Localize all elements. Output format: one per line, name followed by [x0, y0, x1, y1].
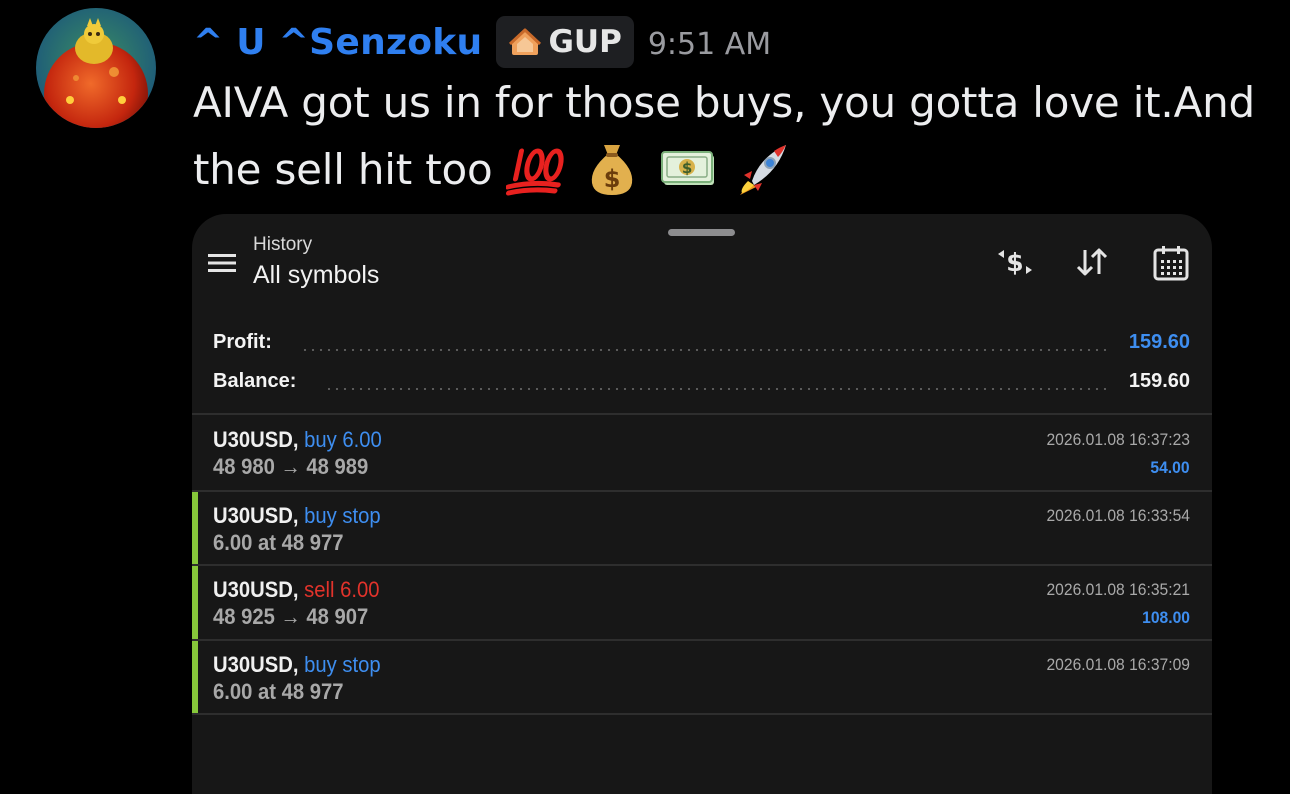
order-accent-bar — [192, 641, 198, 714]
deal-time: 2026.01.08 16:37:09 — [1046, 655, 1190, 674]
deal-symbol: U30USD, — [213, 577, 299, 602]
balance-dot-leader — [325, 388, 1106, 390]
profit-value: 159.60 — [1128, 331, 1190, 353]
rocket-emoji — [740, 145, 787, 195]
deal-detail: 6.00 at 48 977 — [213, 530, 344, 555]
profit-row: Profit: 159.60 — [213, 331, 1190, 361]
deal-action: buy stop — [304, 503, 381, 528]
message-text-line-2-text: the sell hit too — [193, 144, 493, 194]
profit-dot-leader — [301, 349, 1106, 351]
deal-time: 2026.01.08 16:37:23 — [1046, 430, 1190, 449]
deal-profit: 54.00 — [1150, 458, 1190, 477]
hamburger-menu-icon[interactable] — [206, 250, 238, 276]
history-title[interactable]: All symbols — [253, 261, 379, 290]
emoji-group: $ $ — [506, 139, 794, 199]
deal-line-1: U30USD, buy stop — [213, 652, 381, 678]
svg-text:$: $ — [682, 159, 692, 177]
calendar-icon[interactable] — [1152, 244, 1190, 282]
deal-line-1: U30USD, sell 6.00 — [213, 577, 380, 603]
deal-line-1: U30USD, buy stop — [213, 503, 381, 529]
sort-icon[interactable] — [1072, 244, 1112, 280]
deal-action: buy 6.00 — [304, 427, 382, 452]
hundred-points-emoji — [506, 148, 565, 196]
deal-symbol: U30USD, — [213, 652, 299, 677]
history-row[interactable]: U30USD, buy stop 6.00 at 48 977 2026.01.… — [192, 641, 1212, 714]
order-accent-bar — [192, 566, 198, 639]
balance-value: 159.60 — [1128, 370, 1190, 392]
message-header: ^ U ^Senzoku GUP 9:51 AM — [193, 14, 771, 70]
house-badge-icon — [509, 28, 542, 55]
server-tag-label: GUP — [548, 24, 622, 60]
history-subtitle: History — [253, 234, 313, 255]
money-bag-emoji: $ — [592, 145, 633, 195]
deal-symbol: U30USD, — [213, 503, 299, 528]
balance-label: Balance: — [213, 370, 297, 392]
deal-detail: 6.00 at 48 977 — [213, 679, 344, 704]
order-accent-bar — [192, 492, 198, 565]
dollar-banknote-emoji: $ — [661, 151, 715, 185]
message-text-line-2: the sell hit too $ $ — [193, 139, 794, 199]
user-avatar[interactable] — [36, 8, 156, 128]
deal-action: sell 6.00 — [304, 577, 380, 602]
username[interactable]: ^ U ^Senzoku — [193, 22, 482, 63]
attached-screenshot[interactable]: History All symbols $ Profit: 159.60 Bal… — [192, 214, 1212, 794]
deal-symbol: U30USD, — [213, 427, 299, 452]
svg-text:$: $ — [604, 165, 621, 193]
deal-time: 2026.01.08 16:35:21 — [1046, 580, 1190, 599]
divider — [192, 713, 1212, 715]
history-row[interactable]: U30USD, buy 6.00 48 980 → 48 989 2026.01… — [192, 416, 1212, 489]
deal-action: buy stop — [304, 652, 381, 677]
deal-detail: 48 925 → 48 907 — [213, 604, 369, 629]
profit-label: Profit: — [213, 331, 272, 353]
drag-handle[interactable] — [668, 229, 735, 236]
deal-line-1: U30USD, buy 6.00 — [213, 427, 382, 453]
svg-text:$: $ — [1006, 248, 1023, 277]
history-row[interactable]: U30USD, buy stop 6.00 at 48 977 2026.01.… — [192, 492, 1212, 565]
history-row[interactable]: U30USD, sell 6.00 48 925 → 48 907 2026.0… — [192, 566, 1212, 639]
currency-swap-icon[interactable]: $ — [994, 244, 1036, 280]
divider — [192, 413, 1212, 415]
deal-time: 2026.01.08 16:33:54 — [1046, 506, 1190, 525]
deal-detail: 48 980 → 48 989 — [213, 454, 369, 479]
message-text-line-1: AIVA got us in for those buys, you gotta… — [193, 78, 1255, 127]
message-timestamp: 9:51 AM — [647, 26, 772, 62]
server-tag[interactable]: GUP — [496, 16, 634, 68]
deal-profit: 108.00 — [1142, 608, 1190, 627]
balance-row: Balance: 159.60 — [213, 370, 1190, 400]
